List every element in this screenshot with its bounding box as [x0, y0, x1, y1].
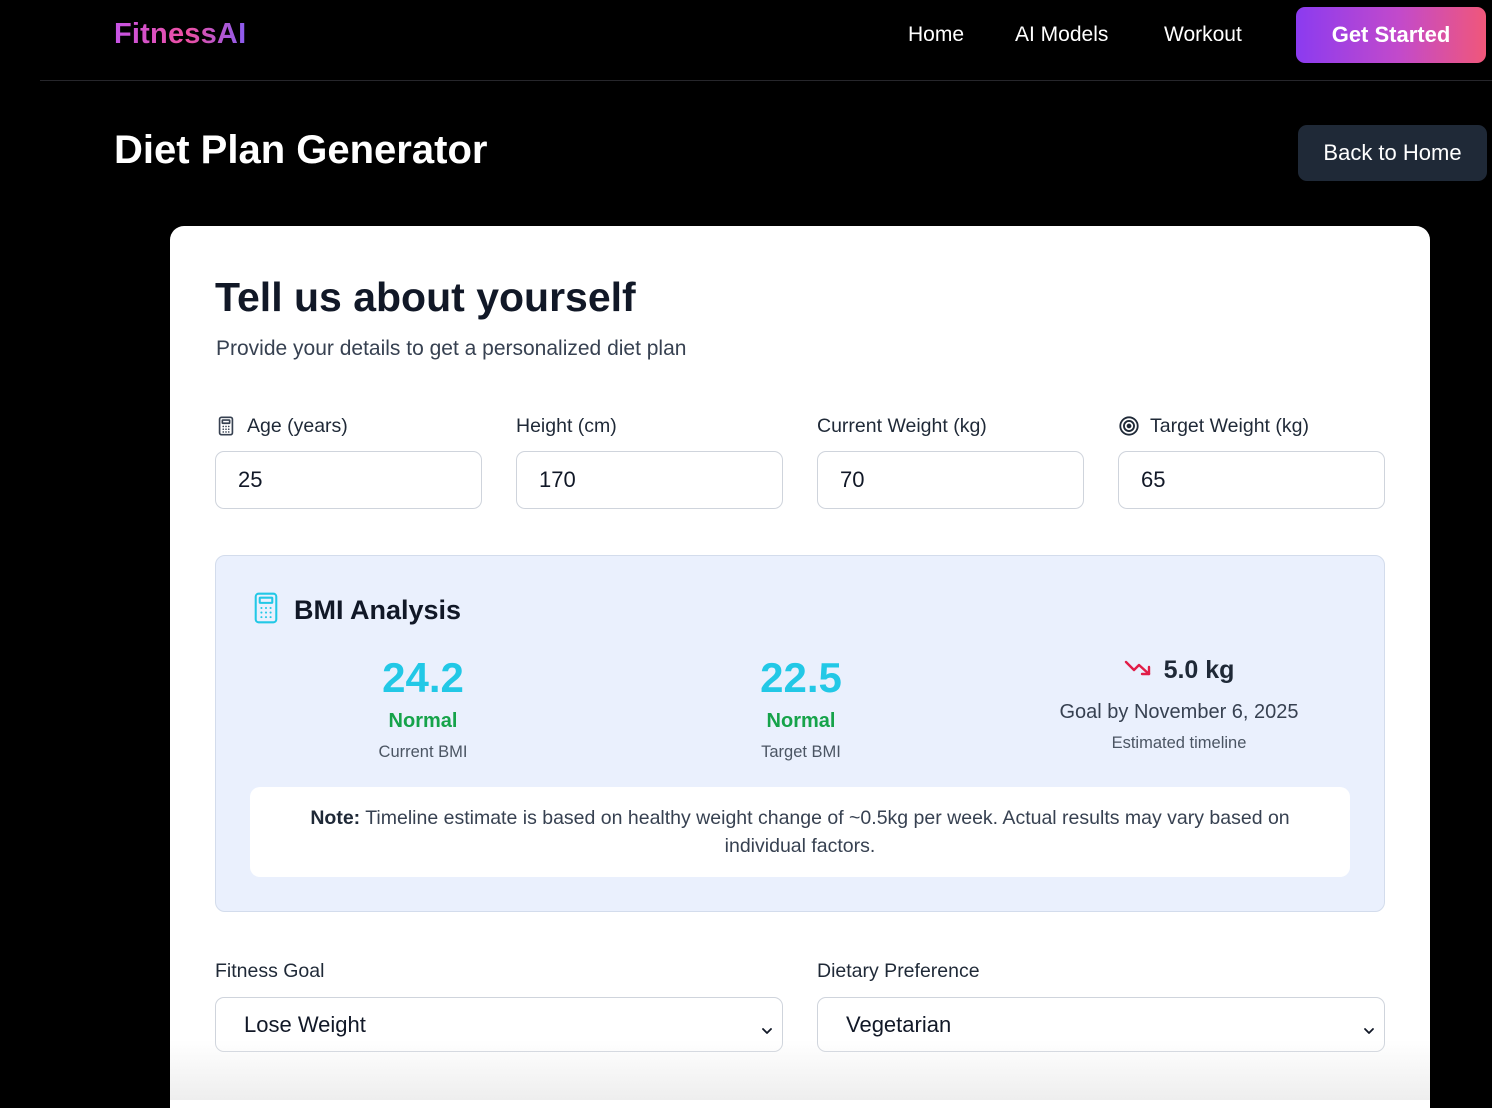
get-started-button[interactable]: Get Started	[1296, 7, 1486, 63]
current-weight-field: Current Weight (kg)	[817, 412, 1084, 509]
note-label: Note:	[310, 807, 361, 829]
target-bmi-label: Target BMI	[761, 743, 841, 761]
target-weight-label-row: Target Weight (kg)	[1118, 412, 1385, 440]
height-label-row: Height (cm)	[516, 412, 783, 440]
current-weight-label: Current Weight (kg)	[817, 414, 987, 437]
weight-change-row: 5.0 kg	[1029, 656, 1329, 685]
current-bmi-value: 24.2	[382, 654, 464, 701]
dietary-preference-label: Dietary Preference	[817, 960, 980, 982]
fitness-goal-value: Lose Weight	[244, 1011, 366, 1037]
trending-down-icon	[1124, 658, 1152, 683]
bmi-header: BMI Analysis	[252, 592, 461, 629]
age-label: Age (years)	[247, 414, 348, 437]
target-bmi-stat: 22.5 Normal Target BMI	[651, 652, 951, 762]
fitness-goal-label: Fitness Goal	[215, 960, 325, 982]
current-bmi-category: Normal	[388, 710, 458, 732]
bmi-title: BMI Analysis	[294, 595, 462, 625]
target-bmi-value: 22.5	[760, 654, 842, 701]
target-bmi-category: Normal	[766, 710, 836, 732]
calculator-icon	[215, 415, 237, 437]
page-title: Diet Plan Generator	[114, 128, 488, 172]
nav-link-workout[interactable]: Workout	[1164, 23, 1242, 47]
weight-change-value: 5.0 kg	[1163, 656, 1235, 684]
target-weight-input[interactable]	[1118, 451, 1385, 509]
calculator-icon	[252, 592, 280, 629]
form-subtitle: Provide your details to get a personaliz…	[216, 337, 687, 360]
dietary-preference-field: Dietary Preference Vegetarian	[817, 960, 1385, 1052]
target-icon	[1118, 415, 1140, 437]
bmi-analysis-panel: BMI Analysis 24.2 Normal Current BMI 22.…	[215, 555, 1385, 912]
current-weight-input[interactable]	[817, 451, 1084, 509]
timeline-note: Note: Timeline estimate is based on heal…	[250, 787, 1350, 877]
age-label-row: Age (years)	[215, 412, 482, 440]
back-to-home-button[interactable]: Back to Home	[1298, 125, 1487, 181]
page: FitnessAI Home AI Models Workout Get Sta…	[0, 0, 1492, 1108]
dietary-preference-value: Vegetarian	[846, 1011, 952, 1037]
height-label: Height (cm)	[516, 414, 617, 437]
form-title: Tell us about yourself	[215, 274, 636, 320]
chevron-down-icon	[760, 1018, 774, 1034]
target-weight-label: Target Weight (kg)	[1150, 414, 1309, 437]
timeline-label: Estimated timeline	[1111, 734, 1247, 752]
nav-link-ai-models[interactable]: AI Models	[1015, 23, 1108, 47]
age-input[interactable]	[215, 451, 482, 509]
nav-link-home[interactable]: Home	[908, 23, 964, 47]
note-text: Timeline estimate is based on healthy we…	[360, 807, 1290, 857]
top-nav: FitnessAI Home AI Models Workout Get Sta…	[40, 0, 1492, 81]
current-bmi-stat: 24.2 Normal Current BMI	[273, 652, 573, 762]
chevron-down-icon	[1362, 1018, 1376, 1034]
height-field: Height (cm)	[516, 412, 783, 509]
current-bmi-label: Current BMI	[378, 743, 468, 761]
card-bottom-fade	[170, 1040, 1430, 1100]
goal-date: Goal by November 6, 2025	[1059, 701, 1299, 723]
diet-form-card: Tell us about yourself Provide your deta…	[170, 226, 1430, 1108]
age-field: Age (years)	[215, 412, 482, 509]
weight-change-stat: 5.0 kg Goal by November 6, 2025 Estimate…	[1029, 656, 1329, 753]
fitness-goal-field: Fitness Goal Lose Weight	[215, 960, 783, 1052]
logo[interactable]: FitnessAI	[114, 18, 246, 51]
target-weight-field: Target Weight (kg)	[1118, 412, 1385, 509]
height-input[interactable]	[516, 451, 783, 509]
current-weight-label-row: Current Weight (kg)	[817, 412, 1084, 440]
